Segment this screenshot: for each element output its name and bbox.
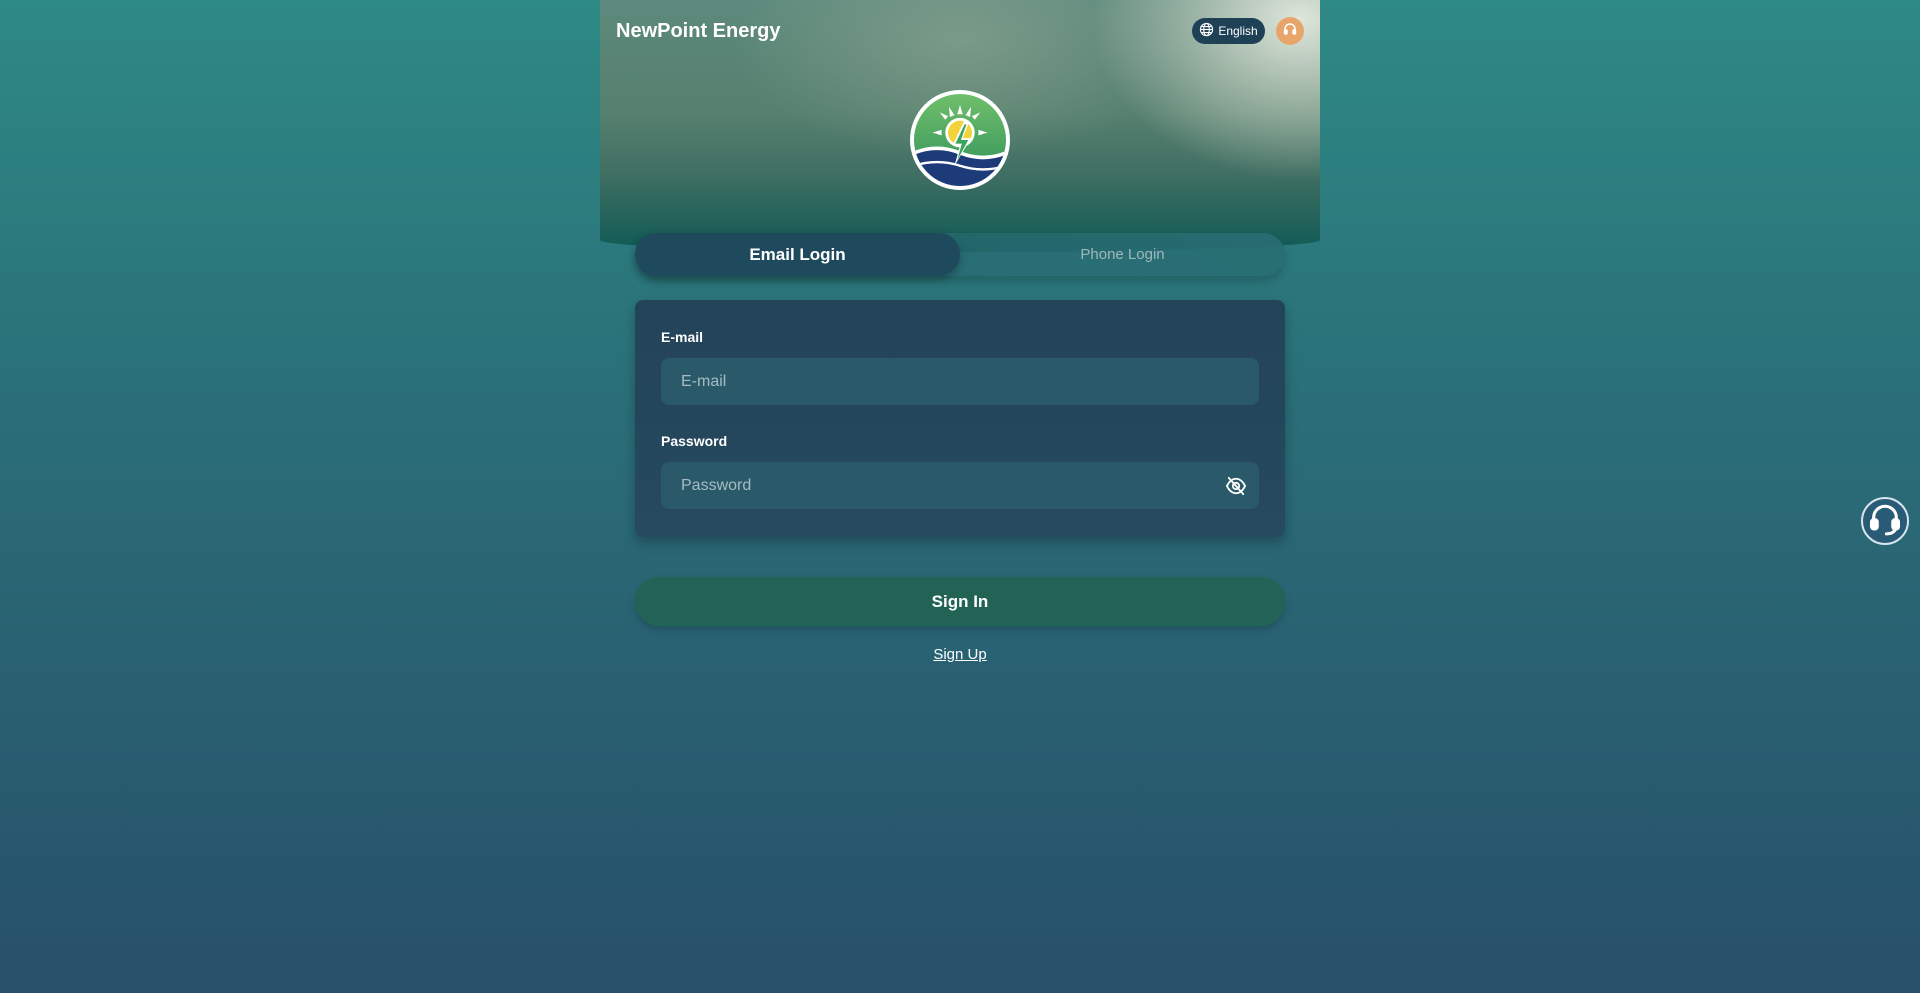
language-selector[interactable]: English — [1192, 18, 1265, 44]
sign-up-link[interactable]: Sign Up — [600, 646, 1320, 663]
email-field[interactable] — [661, 358, 1259, 405]
password-label: Password — [661, 433, 728, 449]
password-field[interactable] — [661, 462, 1259, 509]
email-label: E-mail — [661, 329, 704, 345]
eye-off-icon[interactable] — [1225, 476, 1247, 496]
language-label: English — [1218, 24, 1258, 38]
login-method-tabs: Email Login Phone Login — [635, 233, 1285, 276]
globe-icon — [1199, 22, 1214, 40]
sign-in-button[interactable]: Sign In — [635, 577, 1285, 626]
login-form-card: E-mail Password — [635, 300, 1285, 537]
header-banner: NewPoint Energy English — [600, 0, 1320, 252]
headset-icon — [1282, 21, 1298, 42]
brand-logo — [910, 90, 1010, 190]
support-button[interactable] — [1276, 17, 1304, 45]
floating-support-button[interactable] — [1861, 497, 1909, 545]
headset-icon — [1868, 502, 1902, 541]
sun-lightning-wave-logo — [914, 94, 1006, 186]
brand-name: NewPoint Energy — [616, 20, 781, 42]
login-app: NewPoint Energy English Email Login Phon… — [600, 0, 1320, 993]
tab-email-login[interactable]: Email Login — [635, 233, 960, 276]
tab-phone-login[interactable]: Phone Login — [960, 233, 1285, 276]
